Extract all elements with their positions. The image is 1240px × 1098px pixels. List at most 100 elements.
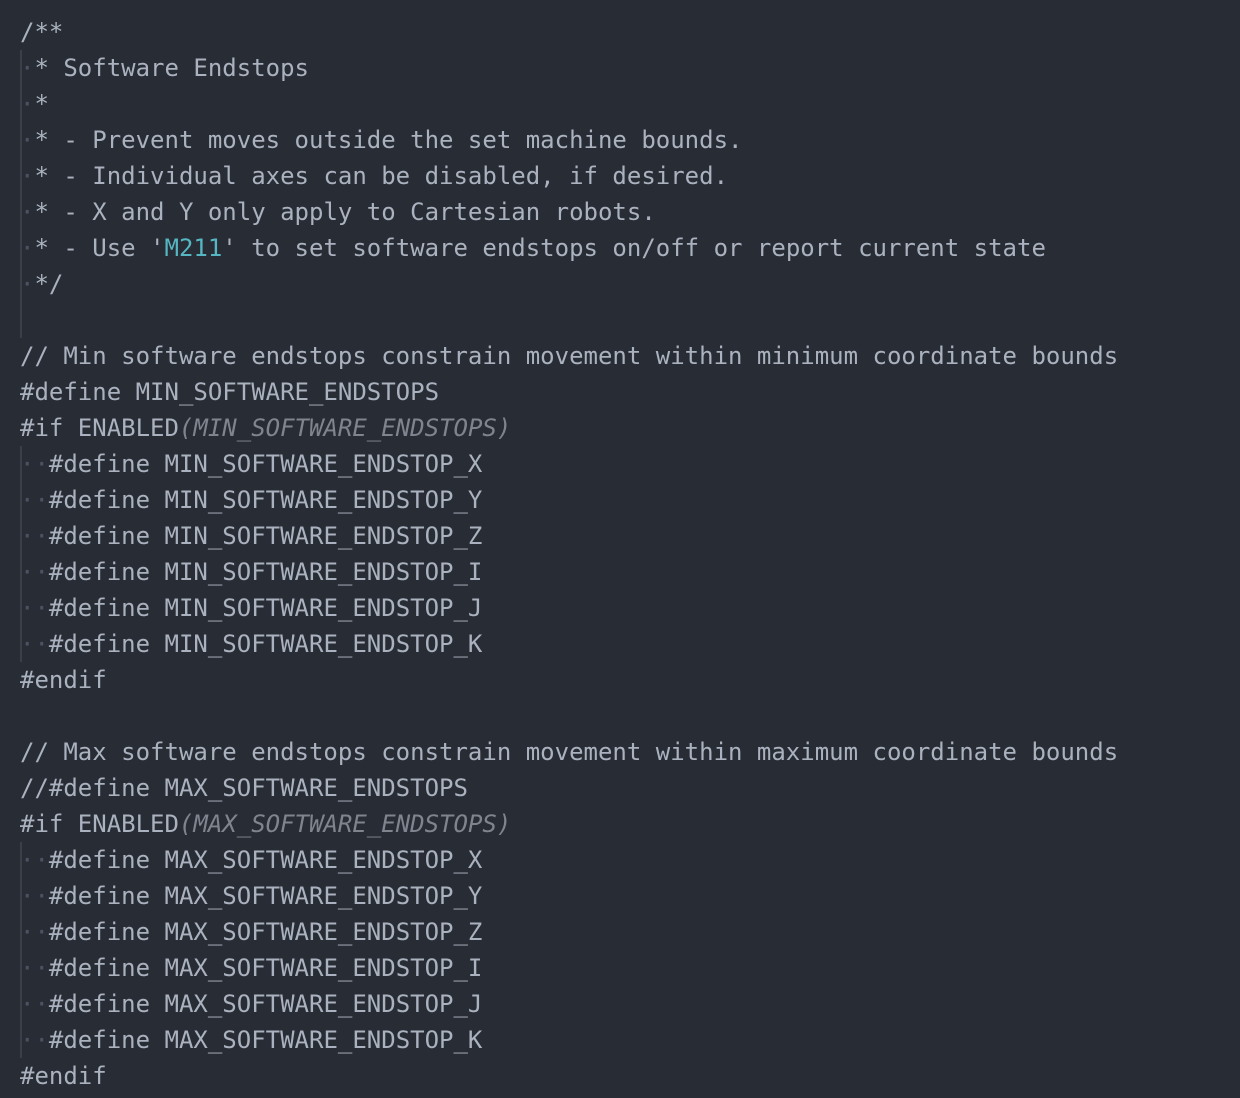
line-6[interactable]: ·* - X and Y only apply to Cartesian rob… (0, 194, 1240, 230)
line-text: #if ENABLED (20, 810, 179, 838)
string-literal: M211 (164, 234, 223, 262)
indent-guide (20, 914, 22, 950)
whitespace-marker: ·· (20, 594, 49, 622)
line-text: */ (34, 270, 64, 298)
line-11[interactable]: #define MIN_SOFTWARE_ENDSTOPS (0, 374, 1240, 410)
whitespace-marker: · (20, 90, 35, 118)
line-text: #if ENABLED (20, 414, 179, 442)
line-28[interactable]: ··#define MAX_SOFTWARE_ENDSTOP_J (0, 986, 1240, 1022)
line-8[interactable]: ·*/ (0, 266, 1240, 302)
line-text: #define MIN_SOFTWARE_ENDSTOP_X (48, 450, 483, 478)
line-text: #define MAX_SOFTWARE_ENDSTOP_I (48, 954, 483, 982)
line-3[interactable]: ·* (0, 86, 1240, 122)
line-13[interactable]: ··#define MIN_SOFTWARE_ENDSTOP_X (0, 446, 1240, 482)
whitespace-marker: ·· (20, 558, 49, 586)
whitespace-marker: ·· (20, 882, 49, 910)
line-text: //#define MAX_SOFTWARE_ENDSTOPS (20, 774, 468, 802)
indent-guide (20, 590, 22, 626)
whitespace-marker: ·· (20, 630, 49, 658)
line-text: // Max software endstops constrain movem… (20, 738, 1119, 766)
indent-guide (20, 86, 22, 122)
indent-guide (20, 194, 22, 230)
indent-guide (20, 302, 22, 338)
line-23[interactable]: #if ENABLED(MAX_SOFTWARE_ENDSTOPS) (0, 806, 1240, 842)
line-26[interactable]: ··#define MAX_SOFTWARE_ENDSTOP_Z (0, 914, 1240, 950)
whitespace-marker: ·· (20, 954, 49, 982)
whitespace-marker: ·· (20, 846, 49, 874)
indent-guide (20, 986, 22, 1022)
line-text: * - Individual axes can be disabled, if … (34, 162, 729, 190)
line-29[interactable]: ··#define MAX_SOFTWARE_ENDSTOP_K (0, 1022, 1240, 1058)
line-2[interactable]: ·* Software Endstops (0, 50, 1240, 86)
whitespace-marker: ·· (20, 1026, 49, 1054)
whitespace-marker: · (20, 126, 35, 154)
whitespace-marker: ·· (20, 990, 49, 1018)
indent-guide (20, 554, 22, 590)
indent-guide (20, 482, 22, 518)
line-text: * (34, 90, 49, 118)
line-text: // Min software endstops constrain movem… (20, 342, 1119, 370)
line-27[interactable]: ··#define MAX_SOFTWARE_ENDSTOP_I (0, 950, 1240, 986)
whitespace-marker: · (20, 162, 35, 190)
line-1[interactable]: /** (0, 14, 1240, 50)
indent-guide (20, 518, 22, 554)
macro-argument: (MIN_SOFTWARE_ENDSTOPS) (178, 414, 512, 442)
line-text: #define MIN_SOFTWARE_ENDSTOP_I (48, 558, 483, 586)
whitespace-marker: ·· (20, 450, 49, 478)
macro-argument: (MAX_SOFTWARE_ENDSTOPS) (178, 810, 512, 838)
indent-guide (20, 266, 22, 302)
line-text: * - Use ' (34, 234, 165, 262)
indent-guide (20, 842, 22, 878)
line-text: #define MAX_SOFTWARE_ENDSTOP_J (48, 990, 483, 1018)
line-4[interactable]: ·* - Prevent moves outside the set machi… (0, 122, 1240, 158)
line-text: #define MIN_SOFTWARE_ENDSTOP_J (48, 594, 483, 622)
line-16[interactable]: ··#define MIN_SOFTWARE_ENDSTOP_I (0, 554, 1240, 590)
line-text: * - X and Y only apply to Cartesian robo… (34, 198, 656, 226)
indent-guide (20, 158, 22, 194)
line-9[interactable] (0, 302, 1240, 338)
line-text: #endif (20, 1062, 107, 1090)
line-12[interactable]: #if ENABLED(MIN_SOFTWARE_ENDSTOPS) (0, 410, 1240, 446)
line-text: #define MAX_SOFTWARE_ENDSTOP_Y (48, 882, 483, 910)
line-18[interactable]: ··#define MIN_SOFTWARE_ENDSTOP_K (0, 626, 1240, 662)
indent-guide (20, 446, 22, 482)
line-25[interactable]: ··#define MAX_SOFTWARE_ENDSTOP_Y (0, 878, 1240, 914)
line-text: #define MIN_SOFTWARE_ENDSTOPS (20, 378, 440, 406)
whitespace-marker: ·· (20, 486, 49, 514)
line-5[interactable]: ·* - Individual axes can be disabled, if… (0, 158, 1240, 194)
line-15[interactable]: ··#define MIN_SOFTWARE_ENDSTOP_Z (0, 518, 1240, 554)
line-text-rest: ' to set software endstops on/off or rep… (222, 234, 1046, 262)
indent-guide (20, 1022, 22, 1058)
line-14[interactable]: ··#define MIN_SOFTWARE_ENDSTOP_Y (0, 482, 1240, 518)
line-text: #endif (20, 666, 107, 694)
code-editor[interactable]: /** ·* Software Endstops ·* ·* - Prevent… (0, 0, 1240, 1098)
line-text: * Software Endstops (34, 54, 309, 82)
whitespace-marker: · (20, 198, 35, 226)
line-24[interactable]: ··#define MAX_SOFTWARE_ENDSTOP_X (0, 842, 1240, 878)
line-10[interactable]: // Min software endstops constrain movem… (0, 338, 1240, 374)
line-30[interactable]: #endif (0, 1058, 1240, 1094)
indent-guide (20, 950, 22, 986)
line-text: #define MIN_SOFTWARE_ENDSTOP_K (48, 630, 483, 658)
line-7[interactable]: ·* - Use 'M211' to set software endstops… (0, 230, 1240, 266)
indent-guide (20, 626, 22, 662)
line-text: /** (20, 18, 64, 46)
line-text: #define MAX_SOFTWARE_ENDSTOP_X (48, 846, 483, 874)
line-text: #define MIN_SOFTWARE_ENDSTOP_Y (48, 486, 483, 514)
indent-guide (20, 122, 22, 158)
line-text: #define MAX_SOFTWARE_ENDSTOP_K (48, 1026, 483, 1054)
indent-guide (20, 878, 22, 914)
line-21[interactable]: // Max software endstops constrain movem… (0, 734, 1240, 770)
whitespace-marker: ·· (20, 522, 49, 550)
whitespace-marker: · (20, 54, 35, 82)
line-text: #define MIN_SOFTWARE_ENDSTOP_Z (48, 522, 483, 550)
line-22[interactable]: //#define MAX_SOFTWARE_ENDSTOPS (0, 770, 1240, 806)
indent-guide (20, 50, 22, 86)
whitespace-marker: · (20, 234, 35, 262)
line-text: #define MAX_SOFTWARE_ENDSTOP_Z (48, 918, 483, 946)
indent-guide (20, 230, 22, 266)
line-19[interactable]: #endif (0, 662, 1240, 698)
whitespace-marker: · (20, 270, 35, 298)
line-17[interactable]: ··#define MIN_SOFTWARE_ENDSTOP_J (0, 590, 1240, 626)
line-20[interactable] (0, 698, 1240, 734)
